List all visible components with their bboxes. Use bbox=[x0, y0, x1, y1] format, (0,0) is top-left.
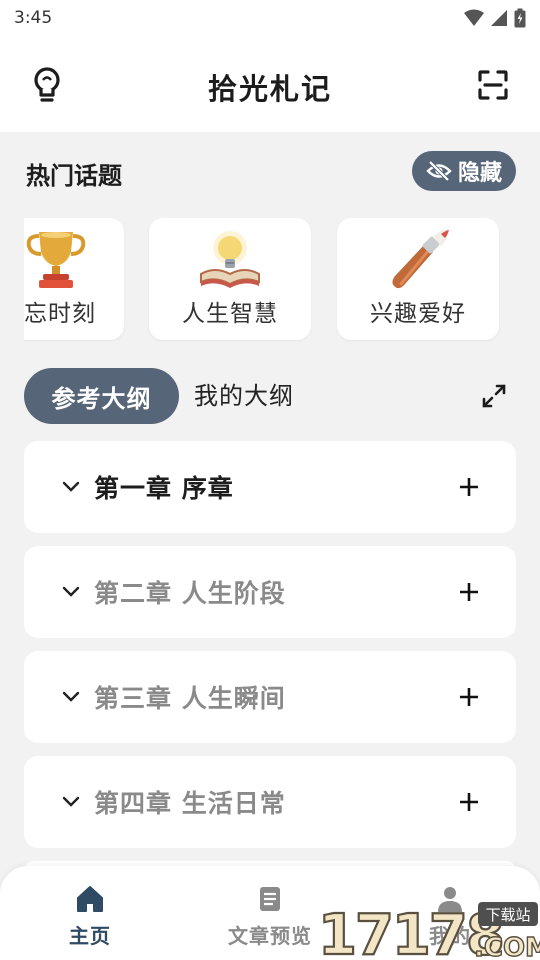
topics-carousel[interactable]: 忘时刻 人生智慧 兴趣爱好 bbox=[24, 218, 516, 342]
chevron-down-icon bbox=[62, 481, 80, 492]
chapter-title: 第二章 人生阶段 bbox=[94, 579, 286, 608]
document-icon bbox=[260, 887, 280, 911]
outline-tabs: 参考大纲 我的大纲 bbox=[24, 368, 516, 424]
scan-icon bbox=[478, 70, 508, 100]
topic-label: 忘时刻 bbox=[24, 301, 96, 327]
chapter-item[interactable]: 第四章 生活日常 bbox=[24, 756, 516, 848]
topic-card[interactable]: 人生智慧 bbox=[149, 218, 311, 340]
nav-item-article-preview[interactable]: 文章预览 bbox=[210, 884, 330, 949]
hot-topics-title: 热门话题 bbox=[26, 162, 122, 190]
chevron-down-icon bbox=[62, 691, 80, 702]
status-bar: 3:45 bbox=[0, 0, 540, 36]
home-icon bbox=[77, 886, 103, 912]
scan-button[interactable] bbox=[476, 68, 510, 102]
nav-item-home[interactable]: 主页 bbox=[30, 884, 150, 949]
status-time: 3:45 bbox=[14, 8, 53, 28]
topic-label: 兴趣爱好 bbox=[370, 301, 466, 327]
topic-card[interactable]: 兴趣爱好 bbox=[337, 218, 499, 340]
chevron-down-icon bbox=[62, 586, 80, 597]
add-icon[interactable] bbox=[458, 581, 480, 603]
watermark-logo: 17178 下载站 .COM bbox=[318, 902, 540, 960]
tab-reference-outline[interactable]: 参考大纲 bbox=[24, 368, 179, 424]
chapter-title: 第四章 生活日常 bbox=[94, 789, 286, 818]
eye-off-icon bbox=[426, 161, 452, 181]
add-icon[interactable] bbox=[458, 476, 480, 498]
status-icons bbox=[464, 8, 526, 28]
trophy-icon bbox=[26, 232, 86, 288]
page-title: 拾光札记 bbox=[207, 72, 332, 106]
battery-icon bbox=[514, 8, 526, 28]
hide-topics-button[interactable]: 隐藏 bbox=[412, 151, 516, 191]
chapter-title: 第一章 序章 bbox=[94, 474, 234, 503]
chevron-down-icon bbox=[62, 796, 80, 807]
hide-label: 隐藏 bbox=[457, 161, 502, 186]
signal-icon bbox=[491, 10, 507, 26]
tab-my-outline[interactable]: 我的大纲 bbox=[194, 368, 294, 424]
topic-card[interactable]: 忘时刻 bbox=[24, 218, 124, 340]
paintbrush-icon bbox=[392, 229, 449, 289]
watermark-suffix: .COM bbox=[474, 933, 540, 960]
wifi-icon bbox=[464, 9, 484, 26]
chapter-item[interactable]: 第一章 序章 bbox=[24, 441, 516, 533]
topic-label: 人生智慧 bbox=[182, 301, 278, 327]
chapter-title: 第三章 人生瞬间 bbox=[94, 684, 286, 713]
chapter-item[interactable]: 第三章 人生瞬间 bbox=[24, 651, 516, 743]
nav-label: 文章预览 bbox=[228, 924, 312, 948]
watermark-badge: 下载站 bbox=[485, 906, 530, 924]
nav-label: 主页 bbox=[69, 924, 111, 948]
app-bar: 拾光札记 bbox=[0, 36, 540, 132]
lightbulb-book-icon bbox=[200, 231, 260, 288]
add-icon[interactable] bbox=[458, 686, 480, 708]
chapter-item[interactable]: 第二章 人生阶段 bbox=[24, 546, 516, 638]
expand-icon bbox=[482, 384, 506, 408]
expand-button[interactable] bbox=[480, 382, 508, 410]
add-icon[interactable] bbox=[458, 791, 480, 813]
